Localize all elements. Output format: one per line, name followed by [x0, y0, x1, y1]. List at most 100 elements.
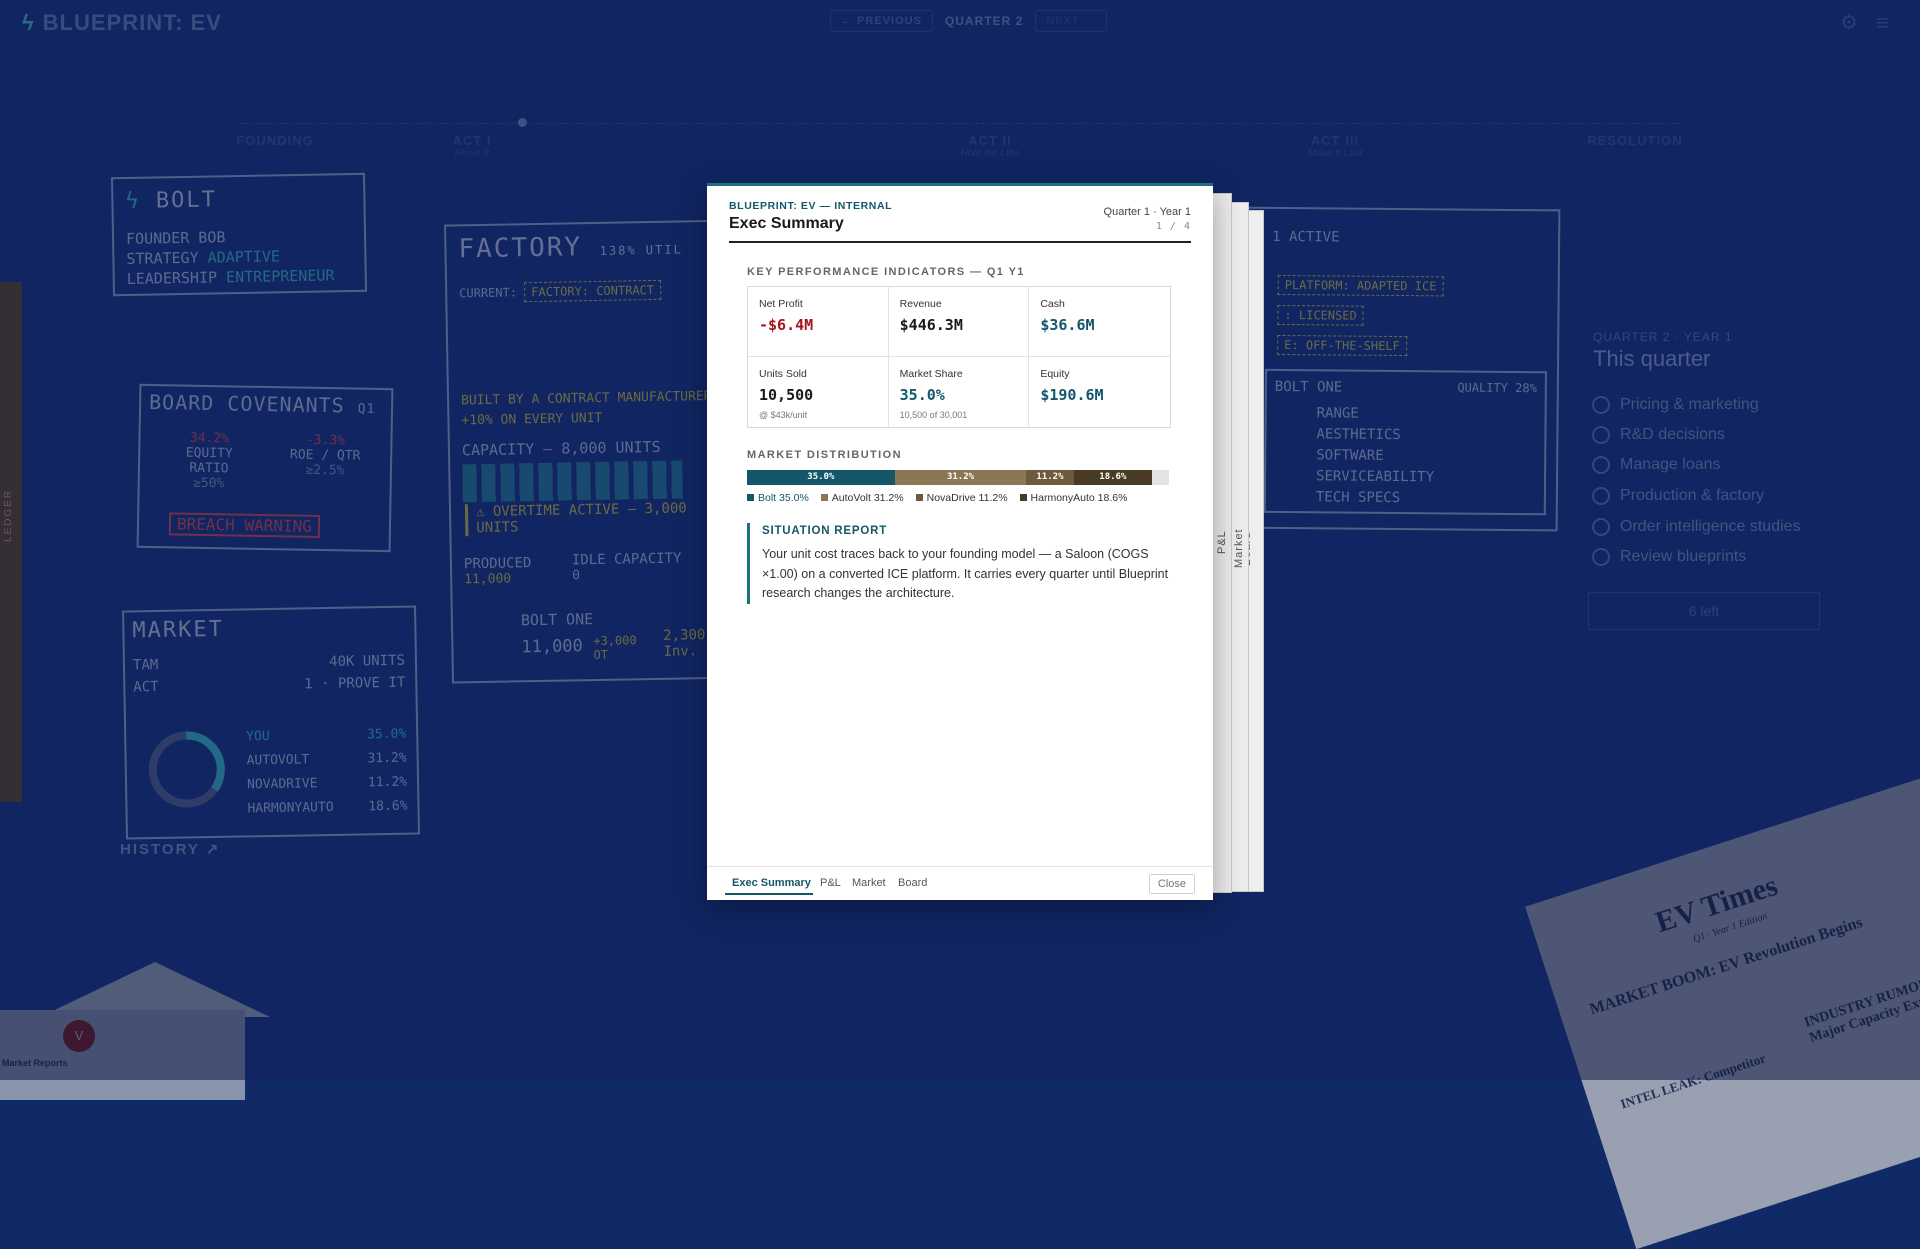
close-button[interactable]: Close — [1148, 874, 1195, 894]
task-rd-decisions[interactable]: R&D decisions — [1592, 426, 1725, 444]
footer-tab-pl[interactable]: P&L — [820, 877, 841, 889]
kpi-value: $190.6M — [1040, 386, 1104, 404]
factory-current-label: CURRENT: — [459, 285, 518, 301]
product-platform: PLATFORM: ADAPTED ICE — [1277, 274, 1444, 297]
history-link[interactable]: HISTORY ↗ — [120, 840, 220, 858]
task-manage-loans[interactable]: Manage loans — [1592, 456, 1721, 474]
produced-label: PRODUCED — [463, 555, 532, 573]
leadership-value: ENTREPRENEUR — [225, 266, 335, 287]
kpi-section-title: KEY PERFORMANCE INDICATORS — Q1 Y1 — [747, 266, 1025, 278]
header-rule — [729, 241, 1191, 243]
brand-name: BLUEPRINT: EV — [42, 10, 222, 35]
timeline-marker — [518, 118, 527, 127]
covenants-card[interactable]: BOARD COVENANTS Q1 34.2% EQUITY RATIO ≥5… — [136, 383, 394, 553]
kpi-label: Revenue — [899, 298, 942, 310]
factory-product-units: 11,000 — [521, 636, 583, 658]
newspaper-headline-2: INDUSTRY RUMOUR: Major Capacity Expansio… — [1802, 971, 1920, 1046]
exec-summary-modal: BLUEPRINT: EV — INTERNAL Exec Summary Qu… — [707, 183, 1213, 900]
founder-label: FOUNDER — [125, 228, 190, 248]
quarter-kicker: QUARTER 2 · YEAR 1 — [1593, 330, 1733, 344]
factory-card[interactable]: FACTORY 138% UTIL CURRENT: FACTORY: CONT… — [444, 219, 746, 684]
situation-body: Your unit cost traces back to your found… — [762, 547, 1169, 600]
market-row-novadrive: NOVADRIVE 11.2% — [246, 774, 408, 793]
market-row-you: YOU 35.0% — [246, 726, 407, 745]
produced-value: 11,000 — [464, 571, 512, 588]
legend-label: AutoVolt 31.2% — [831, 492, 904, 504]
situation-report: SITUATION REPORT Your unit cost traces b… — [747, 523, 1182, 604]
legend-swatch — [747, 494, 754, 501]
kpi-cash: Cash $36.6M — [1029, 287, 1170, 357]
modal-kicker: BLUEPRINT: EV — INTERNAL — [729, 200, 893, 212]
footer-tab-market[interactable]: Market — [852, 877, 886, 889]
roe-label: ROE / QTR — [289, 447, 361, 464]
kpi-market-share: Market Share 35.0% 10,500 of 30,001 — [889, 357, 1030, 427]
timeline — [240, 123, 1680, 126]
bolt-icon: ϟ — [22, 10, 35, 35]
market-title: MARKET — [132, 616, 225, 644]
overtime-notice: ⚠ OVERTIME ACTIVE — 3,000 UNITS — [464, 499, 727, 537]
factory-surcharge: +10% ON EVERY UNIT — [461, 410, 603, 429]
leadership-label: LEADERSHIP — [126, 268, 218, 288]
kpi-equity: Equity $190.6M — [1029, 357, 1170, 427]
kpi-net-profit: Net Profit -$6.4M — [748, 287, 889, 357]
tasks-remaining-button[interactable]: 6 left — [1588, 592, 1820, 630]
footer-tab-board[interactable]: Board — [898, 877, 927, 889]
market-distribution-bar: 35.0% 31.2% 11.2% 18.6% — [747, 470, 1169, 485]
factory-title: FACTORY — [458, 232, 583, 265]
report-sheet-pl[interactable]: P&L — [1212, 193, 1232, 893]
timeline-founding: FOUNDING — [236, 133, 314, 148]
breach-warning-badge: BREACH WARNING — [168, 512, 321, 538]
attr-tech-specs: TECH SPECS — [1315, 489, 1401, 507]
newspaper[interactable]: EV Times Q1 · Year 1 Edition MARKET BOOM… — [1525, 770, 1920, 1249]
distribution-segment-novadrive: 11.2% — [1026, 470, 1074, 485]
checkbox-icon — [1592, 487, 1610, 505]
distribution-segment-autovolt: 31.2% — [894, 470, 1027, 485]
legend-item-autovolt: AutoVolt 31.2% — [820, 492, 904, 504]
idle-capacity-label: IDLE CAPACITY — [571, 550, 682, 569]
legend-item-harmonyauto: HarmonyAuto 18.6% — [1019, 492, 1127, 504]
gear-icon[interactable]: ⚙ — [1840, 10, 1858, 35]
task-pricing-marketing[interactable]: Pricing & marketing — [1592, 396, 1759, 414]
kpi-note: @ $43k/unit — [759, 410, 808, 420]
legend-label: Bolt 35.0% — [758, 492, 809, 504]
sheet-tab-market: Market — [1233, 528, 1245, 568]
active-tab-underline — [725, 893, 813, 895]
strategy-label: STRATEGY — [126, 248, 199, 268]
market-reports-envelope[interactable] — [0, 1010, 245, 1100]
modal-footer: Exec Summary P&L Market Board Close — [707, 866, 1213, 900]
legend-item-novadrive: NovaDrive 11.2% — [915, 492, 1008, 504]
market-card[interactable]: MARKET TAM 40K UNITS ACT 1 · PROVE IT YOU 3… — [122, 605, 420, 840]
kpi-note: 10,500 of 30,001 — [899, 410, 968, 420]
task-review-blueprints[interactable]: Review blueprints — [1592, 548, 1746, 566]
tam-value: 40K UNITS — [328, 652, 406, 670]
legend-swatch — [820, 494, 828, 501]
attr-aesthetics: AESTHETICS — [1316, 426, 1401, 444]
covenants-quarter: Q1 — [357, 401, 376, 417]
footer-tab-exec-summary[interactable]: Exec Summary — [732, 877, 811, 889]
menu-icon[interactable]: ≡ — [1876, 10, 1889, 36]
envelope-label: Market Reports — [2, 1058, 68, 1068]
product-quality: QUALITY 28% — [1457, 380, 1537, 396]
previous-button[interactable]: ← PREVIOUS — [830, 10, 933, 32]
ledger-tab[interactable]: LEDGER — [0, 282, 22, 802]
task-production-factory[interactable]: Production & factory — [1592, 487, 1764, 505]
company-card[interactable]: ϟ BOLT FOUNDER BOB STRATEGY ADAPTIVE LEA… — [110, 172, 368, 297]
checkbox-icon — [1592, 396, 1610, 414]
brand: ϟ BLUEPRINT: EV — [22, 10, 222, 36]
kpi-value: 35.0% — [899, 386, 945, 404]
next-button[interactable]: NEXT → — [1035, 10, 1107, 32]
kpi-value: 10,500 — [759, 386, 814, 404]
ledger-label: LEDGER — [3, 488, 14, 542]
distribution-segment-harmonyauto: 18.6% — [1073, 470, 1153, 485]
timeline-act-1: ACT I Prove It — [452, 133, 492, 159]
kpi-label: Net Profit — [759, 298, 803, 310]
strategy-value: ADAPTIVE — [207, 247, 281, 267]
factory-overtime-units: +3,000 OT — [593, 633, 637, 663]
timeline-act-2: ACT II Hold the Line — [960, 133, 1020, 159]
kpi-units-sold: Units Sold 10,500 @ $43k/unit — [748, 357, 889, 427]
product-card[interactable]: 1 ACTIVE PLATFORM: ADAPTED ICE : LICENSE… — [1233, 206, 1561, 532]
kpi-value: $446.3M — [899, 316, 963, 334]
task-order-intelligence[interactable]: Order intelligence studies — [1592, 518, 1801, 536]
report-sheet-market[interactable]: Market — [1230, 202, 1249, 892]
legend-swatch — [915, 494, 923, 501]
